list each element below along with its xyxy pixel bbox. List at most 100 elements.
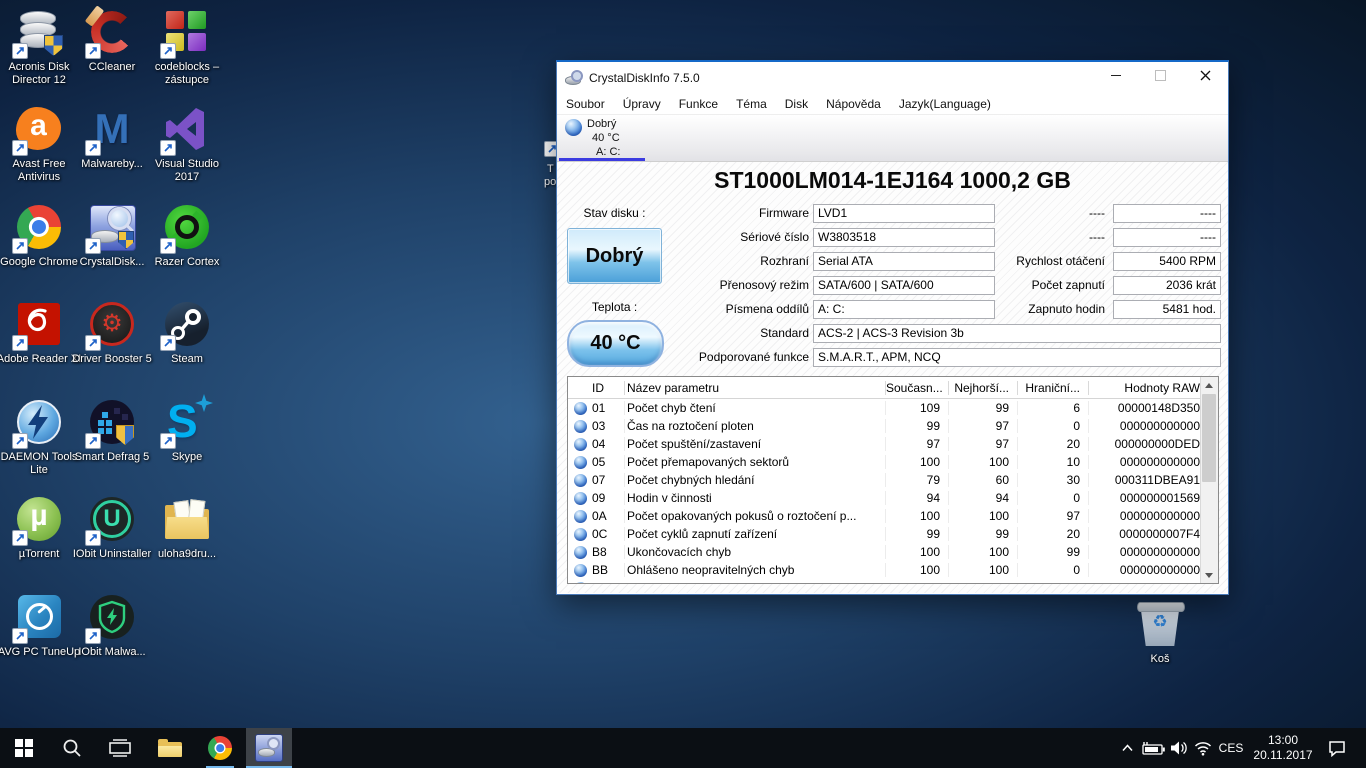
selected-drive-underline bbox=[559, 158, 645, 161]
menu-tema[interactable]: Téma bbox=[727, 97, 776, 111]
desktop-icon-partially-hidden[interactable]: T poč bbox=[536, 138, 556, 196]
field-label: Počet zapnutí bbox=[987, 276, 1105, 295]
table-row[interactable]: 04 Počet spuštění/zastavení 97 97 20 000… bbox=[568, 435, 1201, 453]
wifi-tray-button[interactable] bbox=[1190, 728, 1216, 768]
shortcut-arrow-icon bbox=[85, 530, 101, 546]
volume-tray-button[interactable] bbox=[1166, 728, 1192, 768]
menu-funkce[interactable]: Funkce bbox=[670, 97, 727, 111]
tray-expand-button[interactable] bbox=[1114, 728, 1140, 768]
table-row[interactable]: 03 Čas na roztočení ploten 99 97 0 00000… bbox=[568, 417, 1201, 435]
crystaldiskinfo-icon bbox=[88, 203, 136, 251]
iobit-uninstaller-icon bbox=[88, 495, 136, 543]
field-value: LVD1 bbox=[813, 204, 995, 223]
table-row-partial bbox=[568, 579, 1201, 583]
desktop-icon-folder-uloha9dru[interactable]: uloha9dru... bbox=[144, 495, 230, 561]
malwarebytes-icon bbox=[88, 105, 136, 153]
desktop-icon-smart-defrag[interactable]: Smart Defrag 5 bbox=[69, 398, 155, 464]
shortcut-arrow-icon bbox=[85, 43, 101, 59]
menu-jazyk[interactable]: Jazyk(Language) bbox=[890, 97, 1000, 111]
field-label: Zapnuto hodin bbox=[987, 300, 1105, 319]
desktop-icon-crystaldiskinfo[interactable]: CrystalDisk... bbox=[69, 203, 155, 269]
table-row[interactable]: 0A Počet opakovaných pokusů o roztočení … bbox=[568, 507, 1201, 525]
field-value: ---- bbox=[1113, 204, 1221, 223]
table-row[interactable]: 07 Počet chybných hledání 79 60 30 00031… bbox=[568, 471, 1201, 489]
clock[interactable]: 13:00 20.11.2017 bbox=[1250, 728, 1316, 768]
shortcut-arrow-icon bbox=[12, 43, 28, 59]
scroll-up-icon[interactable] bbox=[1201, 377, 1217, 393]
desktop-icon-iobit-malware-fighter[interactable]: IObit Malwa... bbox=[69, 593, 155, 659]
task-view-button[interactable] bbox=[98, 728, 142, 768]
iobit-malware-fighter-icon bbox=[88, 593, 136, 641]
menu-soubor[interactable]: Soubor bbox=[557, 97, 614, 111]
table-row[interactable]: 05 Počet přemapovaných sektorů 100 100 1… bbox=[568, 453, 1201, 471]
window-title: CrystalDiskInfo 7.5.0 bbox=[589, 71, 700, 85]
table-row[interactable]: 01 Počet chyb čtení 109 99 6 00000148D35… bbox=[568, 399, 1201, 417]
scroll-down-icon[interactable] bbox=[1201, 567, 1217, 583]
maximize-button[interactable] bbox=[1138, 60, 1183, 91]
search-button[interactable] bbox=[50, 728, 94, 768]
language-indicator[interactable]: CES bbox=[1214, 728, 1248, 768]
table-scrollbar[interactable] bbox=[1200, 377, 1218, 583]
desktop-icon-ccleaner[interactable]: CCleaner bbox=[69, 8, 155, 74]
col-header-worst: Nejhorší... bbox=[948, 381, 1017, 395]
status-orb-icon bbox=[574, 438, 587, 451]
shortcut-arrow-icon bbox=[12, 530, 28, 546]
status-orb-icon bbox=[574, 510, 587, 523]
start-button[interactable] bbox=[0, 728, 48, 768]
minimize-button[interactable] bbox=[1093, 60, 1138, 91]
desktop-icon-driver-booster[interactable]: Driver Booster 5 bbox=[69, 300, 155, 366]
table-row[interactable]: B8 Ukončovacích chyb 100 100 99 00000000… bbox=[568, 543, 1201, 561]
crystaldiskinfo-window: CrystalDiskInfo 7.5.0 Soubor Úpravy Funk… bbox=[556, 60, 1229, 595]
desktop-icon-visual-studio[interactable]: Visual Studio 2017 bbox=[144, 105, 230, 184]
desktop-icon-skype[interactable]: Skype bbox=[144, 398, 230, 464]
adobe-reader-icon bbox=[15, 300, 63, 348]
status-orb-icon bbox=[574, 474, 587, 487]
close-button[interactable] bbox=[1183, 60, 1228, 91]
titlebar[interactable]: CrystalDiskInfo 7.5.0 bbox=[557, 62, 1228, 93]
recycle-bin[interactable]: Koš bbox=[1127, 600, 1193, 666]
ccleaner-icon bbox=[88, 8, 136, 56]
crystaldiskinfo-icon bbox=[255, 734, 283, 762]
field-label: ---- bbox=[987, 228, 1105, 247]
menu-napoveda[interactable]: Nápověda bbox=[817, 97, 890, 111]
close-icon bbox=[1200, 70, 1211, 81]
table-row[interactable]: 0C Počet cyklů zapnutí zařízení 99 99 20… bbox=[568, 525, 1201, 543]
folder-icon bbox=[163, 495, 211, 543]
desktop-icon-malwarebytes[interactable]: Malwareby... bbox=[69, 105, 155, 171]
battery-tray-button[interactable] bbox=[1140, 728, 1168, 768]
col-header-id: ID bbox=[592, 381, 624, 395]
action-center-icon bbox=[1328, 740, 1346, 757]
desktop-icon-steam[interactable]: Steam bbox=[144, 300, 230, 366]
col-header-threshold: Hraniční... bbox=[1017, 381, 1088, 395]
table-header-row: ID Název parametru Současn... Nejhorší..… bbox=[568, 377, 1201, 399]
col-header-name: Název parametru bbox=[624, 381, 885, 395]
file-explorer-button[interactable] bbox=[148, 728, 192, 768]
field-label: Rozhraní bbox=[617, 252, 809, 271]
smart-attributes-table: ID Název parametru Současn... Nejhorší..… bbox=[567, 376, 1219, 584]
status-orb-icon bbox=[574, 564, 587, 577]
drive-health-orb-icon bbox=[565, 119, 582, 136]
desktop-icon-iobit-uninstaller[interactable]: IObit Uninstaller bbox=[69, 495, 155, 561]
chrome-icon bbox=[15, 203, 63, 251]
action-center-button[interactable] bbox=[1320, 728, 1354, 768]
table-row[interactable]: BB Ohlášeno neopravitelných chyb 100 100… bbox=[568, 561, 1201, 579]
crystaldiskinfo-taskbar-button[interactable] bbox=[246, 728, 292, 768]
status-orb-icon bbox=[574, 456, 587, 469]
menu-upravy[interactable]: Úpravy bbox=[614, 97, 670, 111]
drive-health: Dobrý bbox=[587, 117, 620, 131]
scrollbar-thumb[interactable] bbox=[1202, 394, 1216, 482]
desktop-icon-razer-cortex[interactable]: Razer Cortex bbox=[144, 203, 230, 269]
field-label: Firmware bbox=[617, 204, 809, 223]
status-orb-icon bbox=[574, 420, 587, 433]
desktop-icon-codeblocks[interactable]: codeblocks – zástupce bbox=[144, 8, 230, 87]
drive-selector-item[interactable]: Dobrý 40 °C A: C: bbox=[587, 117, 620, 159]
chrome-icon bbox=[208, 736, 232, 760]
field-value: S.M.A.R.T., APM, NCQ bbox=[813, 348, 1221, 367]
field-label: Sériové číslo bbox=[617, 228, 809, 247]
shortcut-arrow-icon bbox=[160, 335, 176, 351]
menu-disk[interactable]: Disk bbox=[776, 97, 817, 111]
windows-logo-icon bbox=[15, 739, 33, 757]
shortcut-arrow-icon bbox=[12, 433, 28, 449]
chrome-taskbar-button[interactable] bbox=[198, 728, 242, 768]
table-row[interactable]: 09 Hodin v činnosti 94 94 0 000000001569 bbox=[568, 489, 1201, 507]
